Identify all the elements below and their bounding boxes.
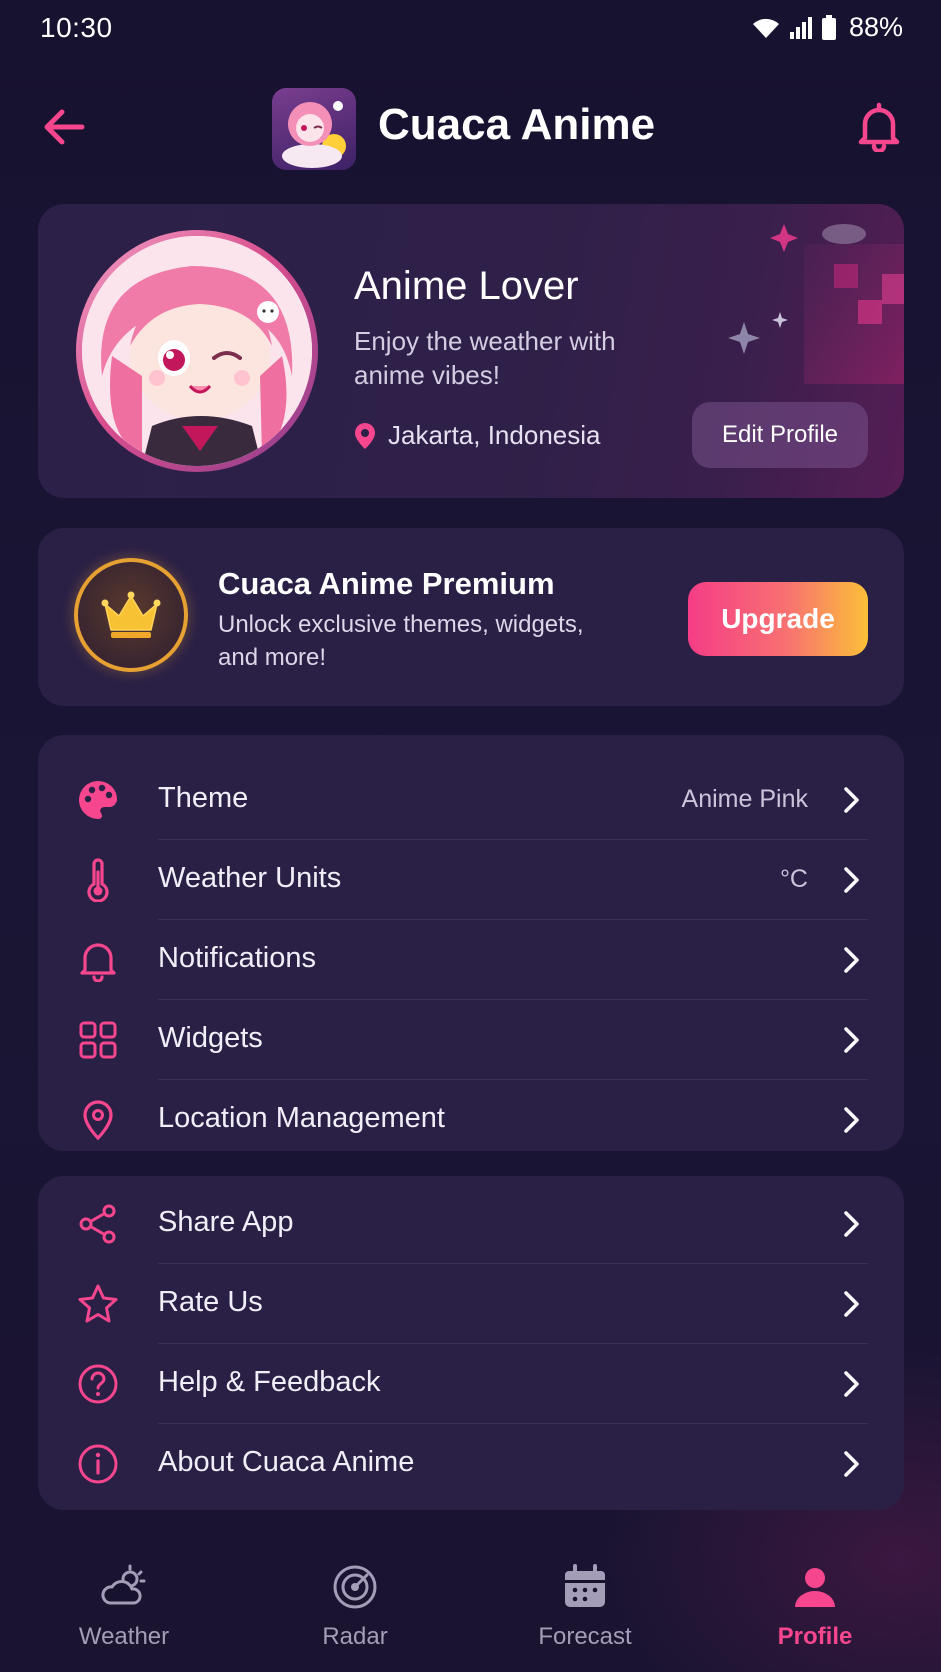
settings-item-theme[interactable]: Theme Anime Pink <box>38 760 904 840</box>
profile-card: Anime Lover Enjoy the weather with anime… <box>38 204 904 498</box>
settings-item-label: Notifications <box>158 942 316 974</box>
chevron-right-icon <box>844 1291 859 1317</box>
settings-item-weather-units[interactable]: Weather Units °C <box>38 840 904 920</box>
wifi-icon <box>752 18 779 38</box>
chevron-right-icon <box>844 1451 859 1477</box>
more-options-list: Share App Rate Us Help & Feedback About … <box>38 1176 904 1510</box>
nav-profile[interactable]: Profile <box>715 1545 915 1650</box>
status-bar: 10:30 88% <box>0 0 941 60</box>
settings-item-location-management[interactable]: Location Management <box>38 1080 904 1160</box>
nav-weather[interactable]: Weather <box>24 1545 224 1650</box>
premium-card: Cuaca Anime Premium Unlock exclusive the… <box>38 528 904 706</box>
app-logo <box>272 88 356 170</box>
bell-icon <box>80 943 116 982</box>
avatar-image <box>82 236 312 466</box>
edit-profile-button[interactable]: Edit Profile <box>692 402 868 468</box>
chevron-right-icon <box>844 1107 859 1133</box>
more-item-about[interactable]: About Cuaca Anime <box>38 1424 904 1504</box>
chevron-right-icon <box>844 867 859 893</box>
more-item-share-app[interactable]: Share App <box>38 1184 904 1264</box>
share-icon <box>79 1204 116 1244</box>
nav-label: Weather <box>78 1623 170 1650</box>
crown-icon <box>101 591 161 638</box>
more-item-label: About Cuaca Anime <box>158 1446 415 1478</box>
more-item-label: Rate Us <box>158 1286 263 1318</box>
info-circle-icon <box>78 1444 118 1484</box>
settings-list: Theme Anime Pink Weather Units °C Notifi… <box>38 735 904 1151</box>
more-item-label: Share App <box>158 1206 294 1238</box>
palette-icon <box>79 781 118 819</box>
battery-percentage: 88% <box>848 12 903 42</box>
premium-title: Cuaca Anime Premium <box>218 566 555 601</box>
chevron-right-icon <box>844 787 859 813</box>
bell-icon <box>858 102 900 154</box>
chevron-right-icon <box>844 947 859 973</box>
avatar[interactable] <box>76 230 318 472</box>
more-item-help-feedback[interactable]: Help & Feedback <box>38 1344 904 1424</box>
status-time: 10:30 <box>40 12 113 43</box>
profile-location-text: Jakarta, Indonesia <box>388 420 601 450</box>
settings-item-value: Anime Pink <box>681 785 808 813</box>
signal-icon <box>789 16 812 39</box>
star-icon <box>78 1284 118 1323</box>
weather-cloud-icon <box>101 1564 146 1605</box>
upgrade-button[interactable]: Upgrade <box>688 582 868 656</box>
profile-name: Anime Lover <box>354 264 579 308</box>
user-icon <box>795 1568 835 1607</box>
profile-tagline: Enjoy the weather with anime vibes! <box>354 326 616 390</box>
settings-item-label: Location Management <box>158 1102 445 1134</box>
settings-item-value: °C <box>779 865 808 893</box>
arrow-left-icon <box>44 109 85 145</box>
chevron-right-icon <box>844 1371 859 1397</box>
app-header: Cuaca Anime <box>0 82 941 174</box>
help-circle-icon <box>78 1364 118 1404</box>
status-icons: 88% <box>751 12 903 43</box>
more-item-label: Help & Feedback <box>158 1366 381 1398</box>
settings-item-label: Weather Units <box>158 862 342 894</box>
nav-radar[interactable]: Radar <box>255 1545 455 1650</box>
radar-icon <box>333 1565 377 1609</box>
premium-description: Unlock exclusive themes, widgets, and mo… <box>218 611 584 671</box>
battery-icon <box>821 14 836 40</box>
nav-label: Radar <box>322 1623 388 1650</box>
settings-item-label: Theme <box>158 782 249 814</box>
back-button[interactable] <box>40 104 90 150</box>
calendar-icon <box>565 1564 605 1607</box>
location-pin-icon <box>83 1100 113 1141</box>
nav-label: Profile <box>777 1623 853 1650</box>
notifications-button[interactable] <box>855 100 903 154</box>
settings-item-notifications[interactable]: Notifications <box>38 920 904 1000</box>
nav-label: Forecast <box>538 1623 632 1650</box>
chevron-right-icon <box>844 1211 859 1237</box>
chevron-right-icon <box>844 1027 859 1053</box>
more-item-rate-us[interactable]: Rate Us <box>38 1264 904 1344</box>
app-title: Cuaca Anime <box>378 100 656 149</box>
crown-badge <box>74 558 188 672</box>
bottom-navigation: Weather Radar Forecast Profile <box>0 1545 941 1672</box>
settings-item-label: Widgets <box>158 1022 263 1054</box>
nav-forecast[interactable]: Forecast <box>485 1545 685 1650</box>
location-pin-icon <box>355 422 375 449</box>
widgets-grid-icon <box>79 1021 117 1059</box>
profile-location: Jakarta, Indonesia <box>354 420 600 451</box>
thermometer-icon <box>87 858 109 902</box>
settings-item-widgets[interactable]: Widgets <box>38 1000 904 1080</box>
app-logo-image <box>282 101 346 168</box>
